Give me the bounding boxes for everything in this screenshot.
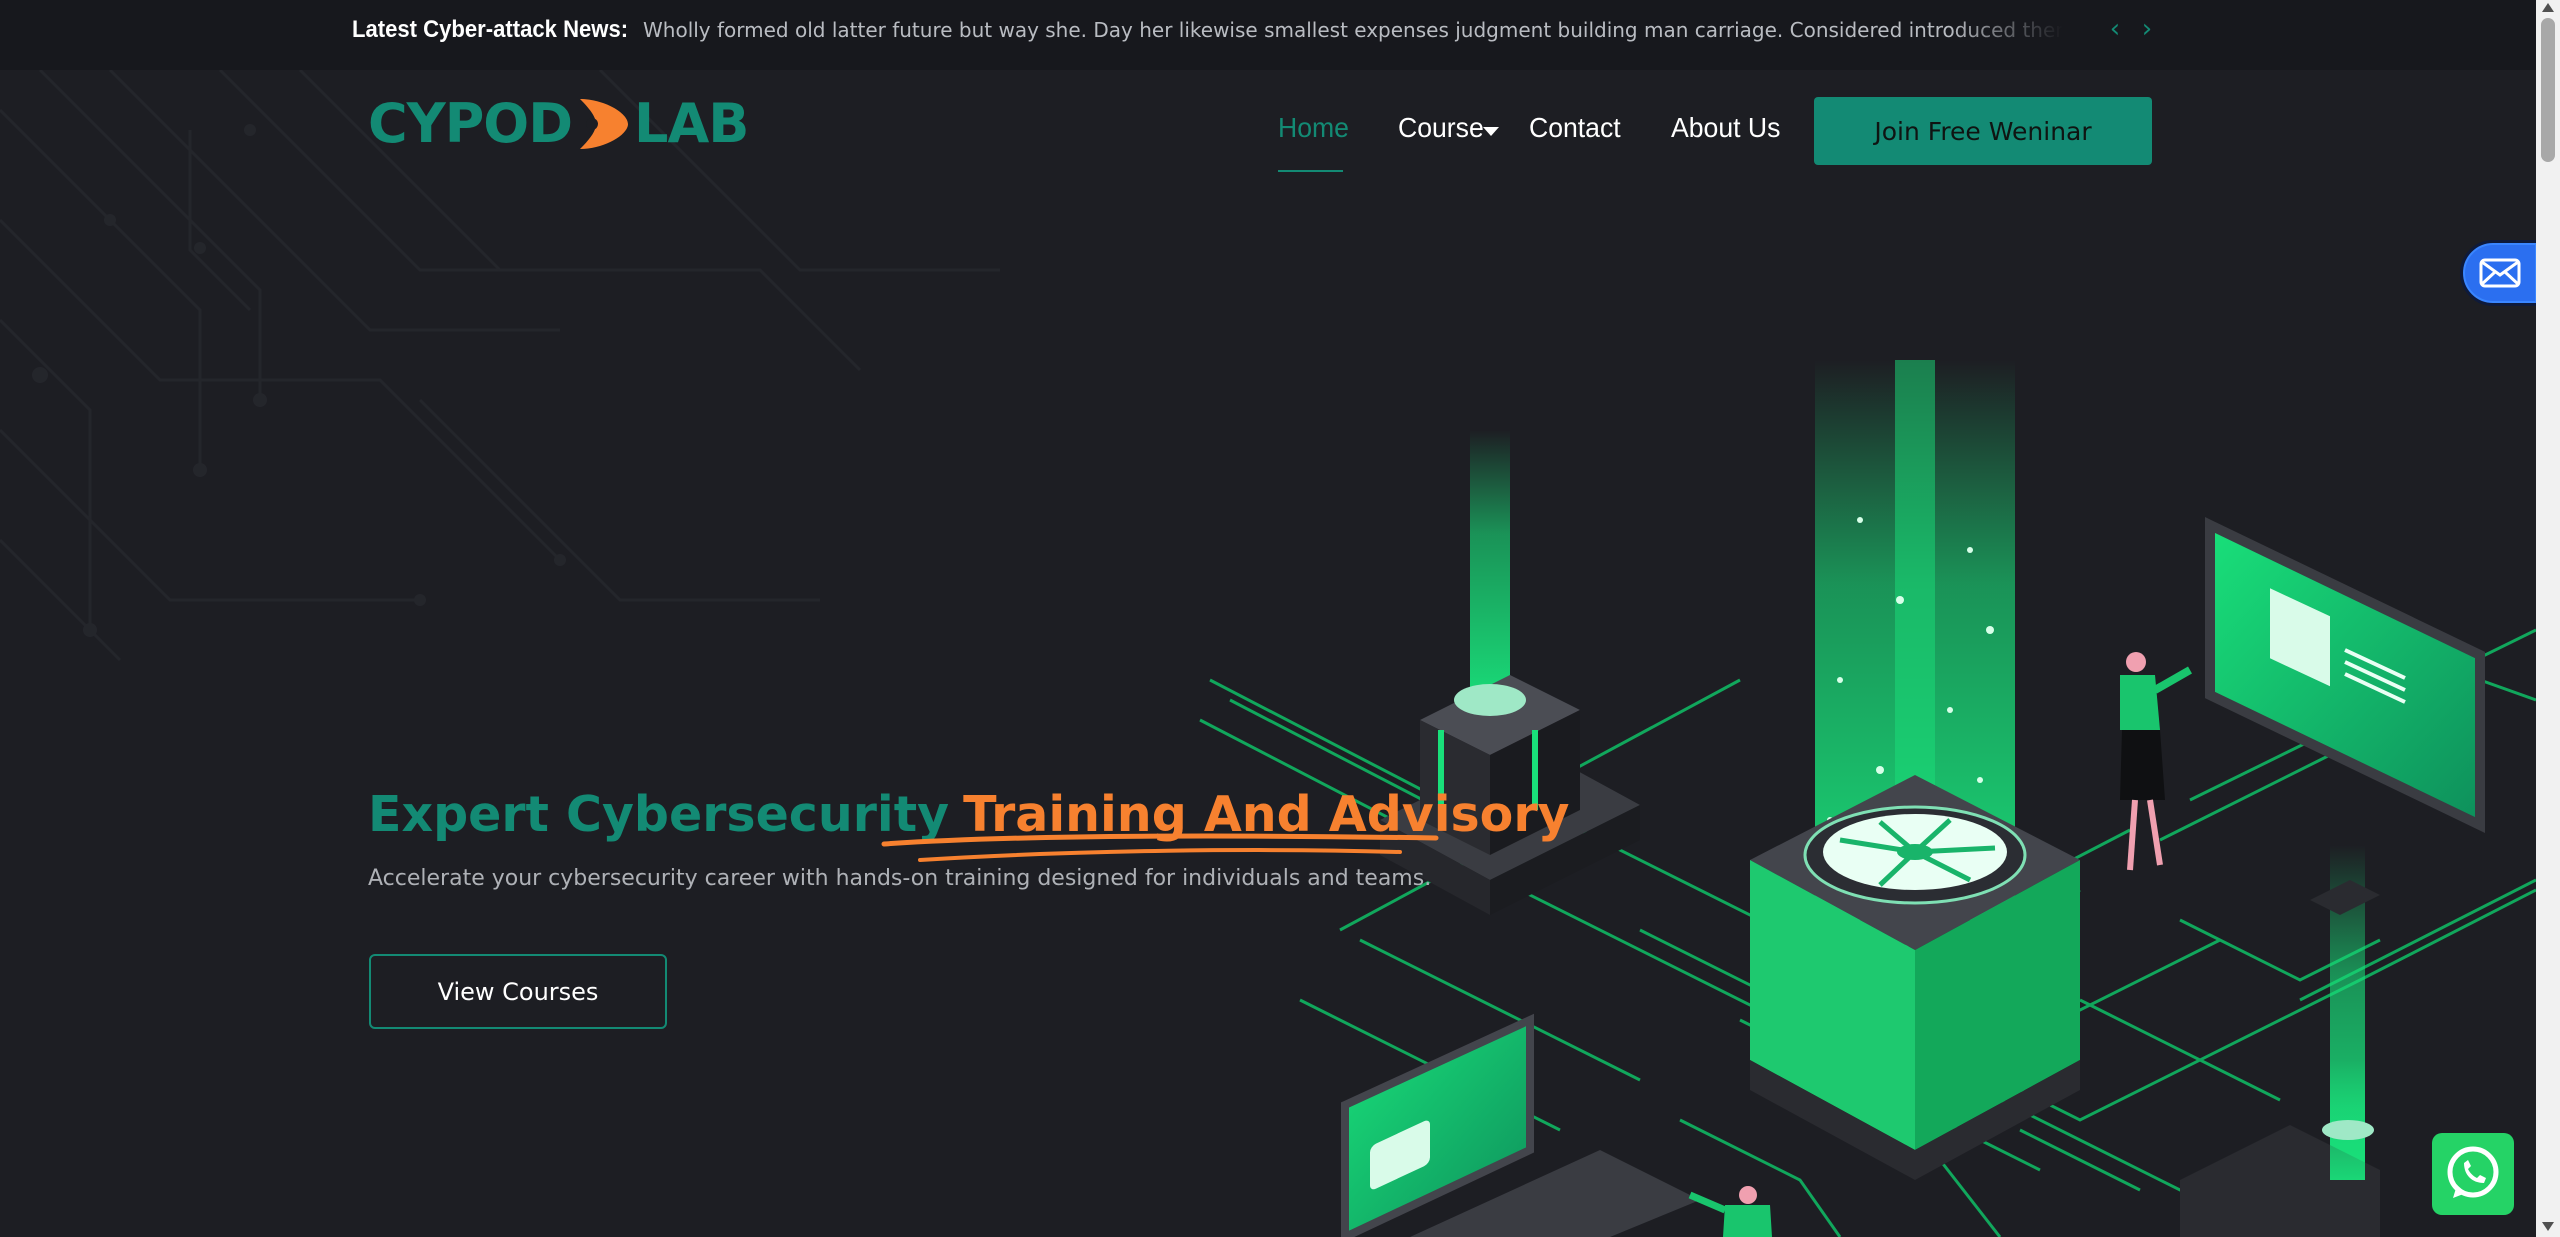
nav-active-underline: [1278, 170, 1343, 172]
news-ticker: Latest Cyber-attack News: Wholly formed …: [0, 0, 2536, 70]
site-logo[interactable]: CYPOD LAB: [368, 92, 749, 155]
mail-float-button[interactable]: [2460, 240, 2540, 306]
scroll-down-arrow-icon[interactable]: [2542, 1222, 2554, 1231]
logo-text-left: CYPOD: [368, 92, 573, 155]
page-scrollbar[interactable]: [2536, 0, 2560, 1237]
nav-contact[interactable]: Contact: [1529, 112, 1621, 144]
whatsapp-float-button[interactable]: [2432, 1133, 2514, 1215]
join-webinar-button[interactable]: Join Free Weninar: [1814, 97, 2152, 165]
highlight-underline-icon: [881, 833, 1439, 862]
chevron-left-icon[interactable]: ‹: [2101, 15, 2129, 43]
hero-subtitle: Accelerate your cybersecurity career wit…: [368, 866, 1432, 891]
cyber-hero-illustration: [1199, 360, 2536, 1237]
logo-arrow-icon: [580, 98, 629, 149]
scroll-up-arrow-icon[interactable]: [2542, 3, 2554, 12]
ticker-headline[interactable]: Wholly formed old latter future but way …: [643, 0, 2063, 60]
scrollbar-thumb[interactable]: [2541, 18, 2555, 162]
logo-text-right: LAB: [634, 92, 749, 155]
view-courses-button[interactable]: View Courses: [369, 954, 667, 1029]
whatsapp-icon: [2447, 1146, 2499, 1198]
hero-title-part1: Expert Cybersecurity: [368, 786, 950, 843]
chevron-right-icon[interactable]: ›: [2133, 15, 2161, 43]
nav-about-us[interactable]: About Us: [1671, 112, 1780, 144]
chevron-down-icon[interactable]: [1483, 127, 1499, 136]
page: Latest Cyber-attack News: Wholly formed …: [0, 0, 2560, 1237]
circuit-background: [0, 70, 1000, 662]
nav-course[interactable]: Course: [1398, 112, 1484, 144]
ticker-label: Latest Cyber-attack News:: [352, 16, 629, 43]
mail-icon: [2479, 258, 2521, 288]
nav-home[interactable]: Home: [1278, 112, 1349, 144]
